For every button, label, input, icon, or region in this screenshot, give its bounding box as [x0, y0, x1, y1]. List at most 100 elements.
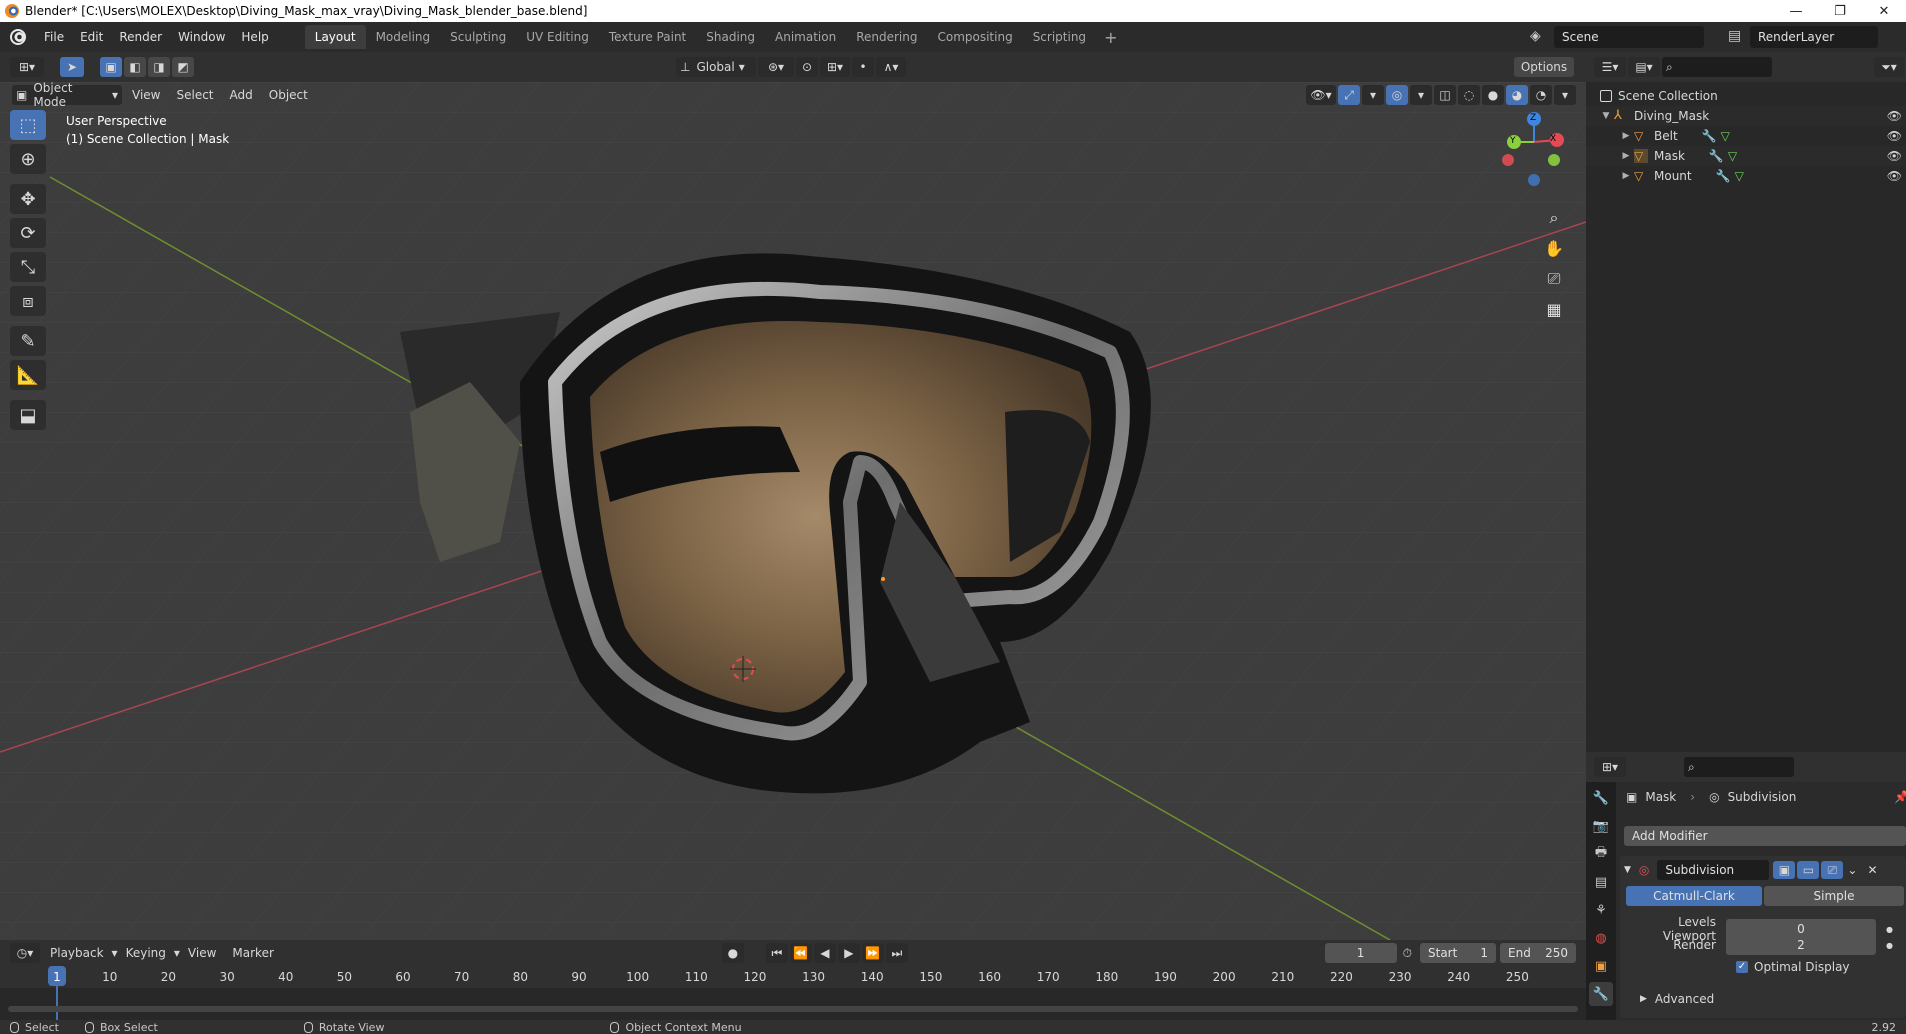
viewport-menu-object[interactable]: Object — [261, 88, 316, 102]
modifier-wrench-icon[interactable]: 🔧 — [1702, 129, 1717, 143]
rotate-tool-icon[interactable]: ⟳ — [10, 218, 46, 248]
outliner-editor-type-icon[interactable]: ☰▾ — [1594, 57, 1626, 77]
advanced-subpanel[interactable]: ▶ Advanced — [1640, 992, 1714, 1006]
move-tool-icon[interactable]: ✥ — [10, 184, 46, 214]
material-shading-icon[interactable]: ◕ — [1506, 85, 1528, 105]
jump-next-keyframe-icon[interactable]: ⏩ — [861, 943, 884, 963]
output-tab-icon[interactable]: 🖶 — [1589, 842, 1613, 866]
annotate-tool-icon[interactable]: ✎ — [10, 326, 46, 356]
play-icon[interactable]: ▶ — [837, 943, 860, 963]
end-frame-field[interactable]: End 250 — [1500, 943, 1576, 963]
eye-icon[interactable]: 👁 — [1887, 129, 1902, 143]
add-modifier-dropdown[interactable]: Add Modifier — [1624, 826, 1906, 846]
chevron-down-icon[interactable]: ▾ — [1410, 85, 1432, 105]
current-frame-field[interactable]: 1 — [1324, 943, 1397, 963]
outliner-row-diving-mask[interactable]: ▼ ⅄ Diving_Mask 👁 — [1586, 106, 1906, 126]
menu-edit[interactable]: Edit — [72, 26, 111, 48]
solid-shading-icon[interactable]: ● — [1482, 85, 1504, 105]
add-workspace-button[interactable]: + — [1096, 28, 1125, 47]
restore-button[interactable]: ❐ — [1818, 0, 1862, 22]
outliner-search-input[interactable]: ⌕ — [1662, 57, 1772, 77]
timeline-menu-keying[interactable]: Keying — [118, 946, 174, 960]
render-levels-field[interactable]: 2 — [1726, 935, 1876, 955]
eye-icon[interactable]: 👁 — [1887, 149, 1902, 163]
tab-texture-paint[interactable]: Texture Paint — [599, 25, 696, 49]
record-keyframe-icon[interactable]: ● — [721, 943, 744, 963]
select-box-tool-icon[interactable]: ⬚ — [10, 110, 46, 140]
pivot-point-icon[interactable]: ⊛▾ — [758, 57, 794, 77]
wireframe-shading-icon[interactable]: ◌ — [1458, 85, 1480, 105]
expand-arrow-icon[interactable]: ▶ — [1620, 131, 1632, 141]
mesh-data-icon[interactable]: ▽ — [1735, 169, 1744, 183]
snap-target-icon[interactable]: ⊞▾ — [820, 57, 850, 77]
tab-rendering[interactable]: Rendering — [846, 25, 927, 49]
jump-end-icon[interactable]: ⏭ — [885, 943, 908, 963]
viewport-menu-add[interactable]: Add — [222, 88, 261, 102]
timeline-menu-marker[interactable]: Marker — [224, 946, 281, 960]
chevron-down-icon[interactable]: ⌄ — [1847, 863, 1857, 877]
timeline-menu-playback[interactable]: Playback — [42, 946, 112, 960]
editor-type-icon[interactable]: ⊞▾ — [10, 57, 44, 77]
optimal-display-checkbox[interactable]: ✓ — [1736, 961, 1748, 973]
zoom-view-icon[interactable]: ⌕ — [1540, 204, 1568, 232]
add-cube-tool-icon[interactable]: ⬓ — [10, 400, 46, 430]
menu-window[interactable]: Window — [170, 26, 233, 48]
mesh-data-icon[interactable]: ▽ — [1728, 149, 1737, 163]
keyframe-dot-icon[interactable]: ● — [1886, 941, 1893, 950]
jump-start-icon[interactable]: ⏮ — [765, 943, 788, 963]
options-dropdown[interactable]: Options — [1514, 57, 1574, 77]
visibility-filter-icon[interactable]: 👁▾ — [1306, 85, 1336, 105]
outliner-row-belt[interactable]: ▶ ▽ Belt 🔧 ▽ 👁 — [1586, 126, 1906, 146]
outliner-row-mount[interactable]: ▶ ▽ Mount 🔧 ▽ 👁 — [1586, 166, 1906, 186]
tab-animation[interactable]: Animation — [765, 25, 846, 49]
keyframe-dot-icon[interactable]: ● — [1886, 925, 1893, 934]
select-mode-new-icon[interactable]: ▣ — [100, 57, 122, 77]
jump-prev-keyframe-icon[interactable]: ⏪ — [789, 943, 812, 963]
transform-orientation-dropdown[interactable]: ⊥ Global ▾ — [676, 57, 756, 77]
camera-view-icon[interactable]: ⎚ — [1540, 265, 1568, 293]
gizmo-toggle-icon[interactable]: ⤢ — [1338, 85, 1360, 105]
simple-button[interactable]: Simple — [1764, 886, 1904, 906]
tab-layout[interactable]: Layout — [304, 25, 366, 49]
timeline-scrollbar[interactable] — [8, 1006, 1578, 1012]
display-mode-icon[interactable]: ▤▾ — [1628, 57, 1660, 77]
select-mode-extend-icon[interactable]: ◧ — [124, 57, 146, 77]
scene-selector[interactable]: Scene — [1554, 26, 1704, 48]
tab-uv-editing[interactable]: UV Editing — [516, 25, 599, 49]
outliner-row-scene-collection[interactable]: Scene Collection — [1586, 86, 1906, 106]
eye-icon[interactable]: 👁 — [1887, 109, 1902, 123]
object-tab-icon[interactable]: ▣ — [1589, 954, 1613, 978]
properties-search-input[interactable]: ⌕ — [1684, 757, 1794, 777]
modifier-tab-icon[interactable]: 🔧 — [1589, 982, 1613, 1006]
edit-mode-toggle-icon[interactable]: ▣ — [1773, 861, 1796, 879]
viewport-toggle-icon[interactable]: ▭ — [1797, 861, 1820, 879]
perspective-toggle-icon[interactable]: ▦ — [1540, 295, 1568, 323]
3d-viewport[interactable]: ▣ Object Mode ▾ View Select Add Object 👁… — [0, 82, 1586, 940]
viewport-menu-view[interactable]: View — [124, 88, 168, 102]
transform-tool-icon[interactable]: ⧈ — [10, 286, 46, 316]
menu-help[interactable]: Help — [233, 26, 276, 48]
select-mode-invert-icon[interactable]: ◩ — [172, 57, 194, 77]
cursor-tool-icon[interactable]: ⊕ — [10, 144, 46, 174]
mesh-data-icon[interactable]: ▽ — [1721, 129, 1730, 143]
close-icon[interactable]: ✕ — [1867, 863, 1877, 877]
menu-render[interactable]: Render — [111, 26, 170, 48]
stopwatch-icon[interactable]: ⏱ — [1403, 946, 1412, 961]
expand-arrow-icon[interactable]: ▶ — [1620, 151, 1632, 161]
tab-sculpting[interactable]: Sculpting — [440, 25, 516, 49]
render-tab-icon[interactable]: 📷 — [1589, 814, 1613, 838]
render-layer-selector[interactable]: RenderLayer — [1750, 26, 1878, 48]
pin-icon[interactable]: 📌 — [1894, 790, 1906, 804]
tab-scripting[interactable]: Scripting — [1023, 25, 1096, 49]
minimize-button[interactable]: — — [1774, 0, 1818, 22]
proportional-edit-icon[interactable]: • — [852, 57, 874, 77]
modifier-wrench-icon[interactable]: 🔧 — [1716, 169, 1731, 183]
modifier-wrench-icon[interactable]: 🔧 — [1709, 149, 1724, 163]
timeline-menu-view[interactable]: View — [180, 946, 224, 960]
proportional-falloff-icon[interactable]: ∧▾ — [876, 57, 906, 77]
blender-logo-icon[interactable] — [10, 29, 26, 45]
catmull-clark-button[interactable]: Catmull-Clark — [1626, 886, 1762, 906]
xray-toggle-icon[interactable]: ◫ — [1434, 85, 1456, 105]
eye-icon[interactable]: 👁 — [1887, 169, 1902, 183]
chevron-down-icon[interactable]: ▾ — [1554, 85, 1576, 105]
